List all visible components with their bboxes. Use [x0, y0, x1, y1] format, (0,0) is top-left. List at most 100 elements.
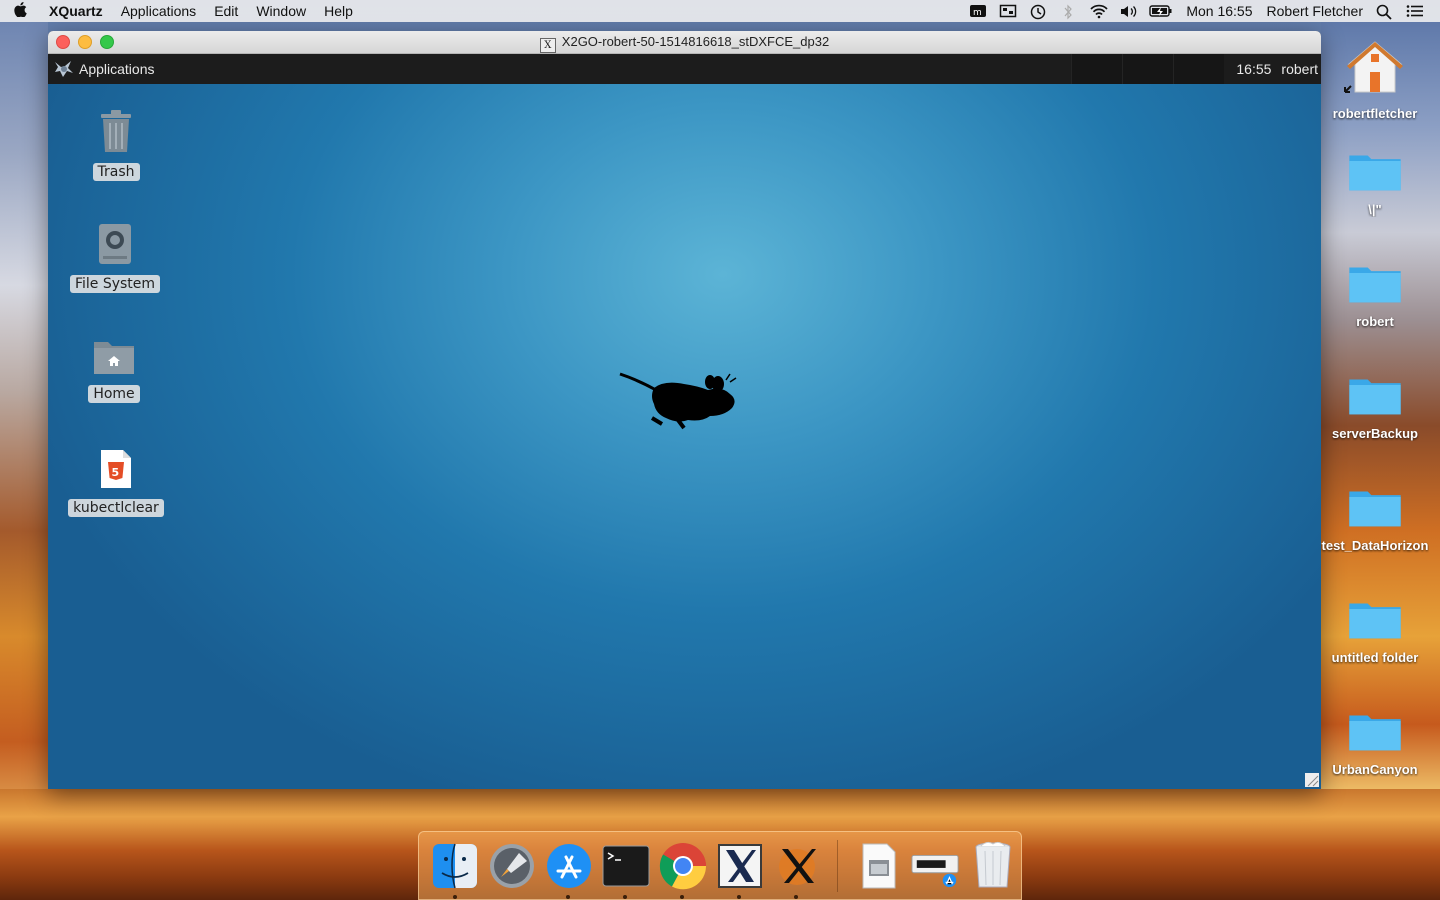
menubar-user[interactable]: Robert Fletcher: [1260, 0, 1370, 22]
launchpad-icon: [490, 843, 535, 888]
x2go-icon: [778, 848, 816, 885]
spotlight-search-icon[interactable]: [1376, 4, 1394, 20]
mac-desktop-icon-folder-serverbackup[interactable]: serverBackup: [1321, 374, 1429, 441]
workspace-2[interactable]: [1122, 54, 1174, 84]
apple-menu-icon[interactable]: [0, 1, 40, 21]
dock-xquartz[interactable]: [715, 841, 765, 899]
x11-window-icon: X: [539, 38, 556, 53]
finder-icon: [433, 843, 478, 888]
app-menu-xquartz[interactable]: XQuartz: [40, 0, 112, 22]
desktop-icon-label: kubectlclear: [68, 499, 164, 517]
wifi-icon[interactable]: [1089, 4, 1108, 19]
dock-finder[interactable]: [431, 841, 481, 899]
battery-icon[interactable]: [1149, 4, 1173, 18]
folder-icon: [1349, 603, 1401, 639]
folder-icon: [1349, 715, 1401, 751]
panel-clock[interactable]: 16:55: [1224, 61, 1281, 77]
running-indicator: [452, 894, 457, 899]
home-folder-icon: [94, 342, 134, 374]
bluetooth-icon[interactable]: [1059, 4, 1077, 20]
desktop-icon-home[interactable]: Home: [64, 336, 164, 403]
html5-file-icon: 5: [101, 450, 131, 488]
mac-desktop-icon-label: untitled folder: [1331, 650, 1419, 665]
dock-separator: [837, 839, 839, 892]
dock-trash[interactable]: [968, 841, 1018, 891]
dock-app-store[interactable]: [544, 841, 594, 899]
xquartz-icon: [717, 843, 762, 888]
menu-applications[interactable]: Applications: [112, 0, 206, 22]
mac-desktop-icon-folder-1[interactable]: \|": [1321, 150, 1429, 217]
xfce-mouse-logo-icon: [55, 61, 73, 77]
mac-desktop-icon-folder-robert[interactable]: robert: [1321, 262, 1429, 329]
folder-icon: [1349, 155, 1401, 191]
time-machine-icon[interactable]: [1029, 4, 1047, 20]
app-store-icon: [547, 843, 592, 888]
dock-terminal[interactable]: [601, 841, 651, 899]
running-indicator: [736, 894, 741, 899]
mac-desktop-icon-folder-test-datahorizon[interactable]: test_DataHorizon: [1321, 486, 1429, 553]
dock-x2go[interactable]: [772, 841, 822, 899]
mac-menu-bar: XQuartz Applications Edit Window Help m …: [0, 0, 1440, 22]
notification-center-icon[interactable]: [1406, 4, 1424, 18]
x2go-window: X X2GO-robert-50-1514816618_stDXFCE_dp32 …: [48, 31, 1321, 789]
home-alias-icon: [1344, 41, 1403, 93]
dock-preview[interactable]: [854, 841, 904, 891]
panel-user[interactable]: robert: [1281, 61, 1321, 77]
svg-text:m: m: [973, 8, 982, 18]
folder-icon: [1349, 491, 1401, 527]
mac-desktop-icon-label: robert: [1356, 314, 1394, 329]
preview-icon: [862, 843, 896, 888]
running-indicator: [793, 894, 798, 899]
mac-desktop-icon-label: \|": [1368, 202, 1382, 217]
workspace-3[interactable]: [1173, 54, 1225, 84]
menu-edit[interactable]: Edit: [205, 0, 247, 22]
menubar-clock[interactable]: Mon 16:55: [1179, 0, 1259, 22]
trash-icon: [101, 110, 131, 152]
mac-desktop-icon-label: test_DataHorizon: [1321, 538, 1429, 553]
terminal-icon: [602, 845, 650, 886]
running-indicator: [623, 894, 628, 899]
window-title: X2GO-robert-50-1514816618_stDXFCE_dp32: [561, 34, 830, 49]
xfce-desktop[interactable]: Trash File System Home 5 kubectlclear: [48, 84, 1321, 789]
desktop-icon-trash[interactable]: Trash: [66, 108, 166, 181]
running-indicator: [566, 894, 571, 899]
volume-icon[interactable]: [1119, 4, 1137, 18]
window-title-area: X X2GO-robert-50-1514816618_stDXFCE_dp32: [48, 31, 1321, 53]
menu-help[interactable]: Help: [315, 0, 362, 22]
dock-chrome[interactable]: [658, 841, 708, 899]
xfce-applications-menu[interactable]: Applications: [48, 58, 155, 80]
window-titlebar[interactable]: X X2GO-robert-50-1514816618_stDXFCE_dp32: [48, 31, 1321, 54]
window-resize-handle[interactable]: [1305, 773, 1319, 787]
wallpaper-left: [0, 22, 48, 900]
desktop-icon-filesystem[interactable]: File System: [65, 222, 165, 293]
trash-icon: [975, 841, 1011, 887]
mac-desktop-icon-folder-untitled[interactable]: untitled folder: [1321, 598, 1429, 665]
workspace-switcher[interactable]: [1071, 54, 1225, 84]
svg-text:5: 5: [112, 466, 120, 479]
xfce-mouse-wallpaper-icon: [619, 372, 737, 430]
mac-desktop-icon-label: serverBackup: [1332, 426, 1418, 441]
mission-control-icon[interactable]: [999, 4, 1017, 18]
mac-desktop-icon-label: robertfletcher: [1332, 106, 1418, 121]
applications-label: Applications: [79, 61, 155, 77]
folder-icon: [1349, 267, 1401, 303]
app-store-installer-icon: [911, 854, 959, 887]
mac-desktop-icon-home[interactable]: robertfletcher: [1321, 38, 1429, 121]
running-indicator: [680, 894, 685, 899]
desktop-icon-kubectlclear[interactable]: 5 kubectlclear: [66, 448, 166, 517]
folder-icon: [1349, 379, 1401, 415]
dock-launchpad[interactable]: [487, 841, 537, 891]
chrome-icon: [659, 842, 707, 889]
status-app-icon[interactable]: m: [969, 4, 987, 18]
desktop-icon-label: Trash: [92, 163, 140, 181]
menu-window[interactable]: Window: [247, 0, 315, 22]
desktop-icon-label: Home: [88, 385, 140, 403]
workspace-1[interactable]: [1071, 54, 1123, 84]
mac-desktop-icon-folder-urbancanyon[interactable]: UrbanCanyon: [1321, 710, 1429, 777]
hard-drive-icon: [99, 224, 131, 264]
mac-dock: [418, 831, 1022, 900]
mac-desktop-icon-label: UrbanCanyon: [1332, 762, 1418, 777]
desktop-icon-label: File System: [69, 275, 161, 293]
dock-installer[interactable]: [911, 841, 961, 891]
xfce-panel: Applications 16:55 robert: [48, 54, 1321, 84]
